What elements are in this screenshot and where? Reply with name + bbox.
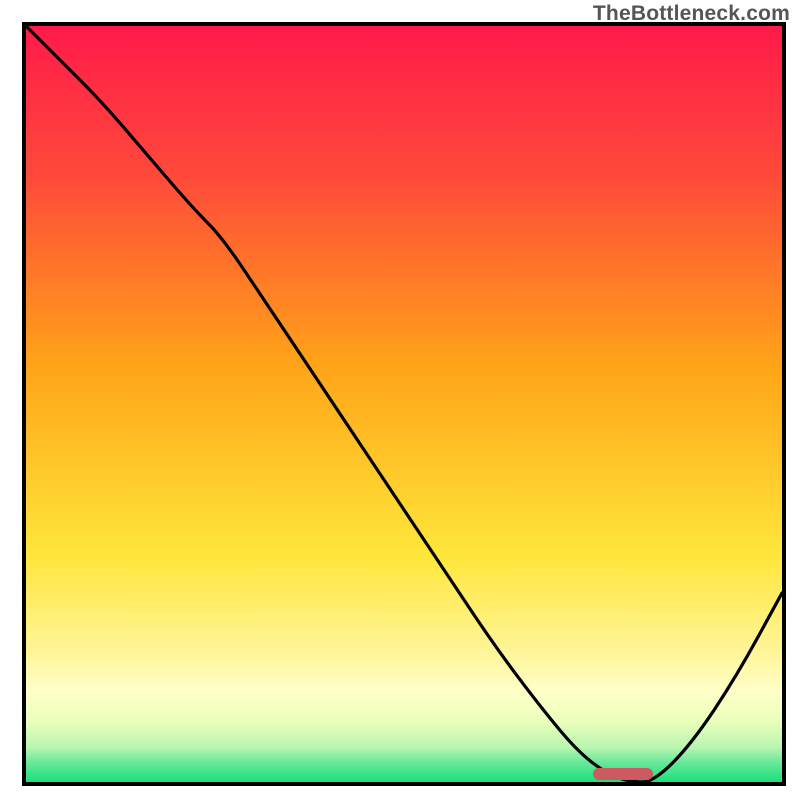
- watermark-text: TheBottleneck.com: [593, 2, 790, 26]
- chart-svg: [26, 26, 782, 782]
- gradient-background: [26, 26, 782, 782]
- chart-frame: TheBottleneck.com: [0, 0, 800, 800]
- plot-area: [26, 26, 782, 782]
- optimal-range-marker: [593, 768, 653, 780]
